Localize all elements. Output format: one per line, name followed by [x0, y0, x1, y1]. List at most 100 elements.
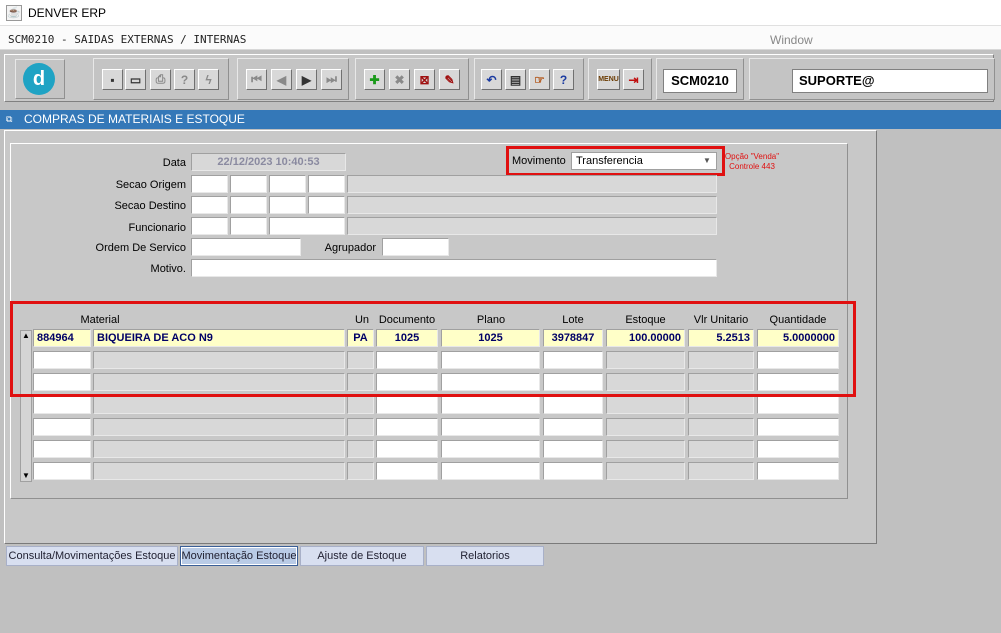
grid-cell[interactable] — [757, 462, 839, 480]
window-title: COMPRAS DE MATERIAIS E ESTOQUE — [24, 112, 245, 126]
tab-ajuste-estoque[interactable]: Ajuste de Estoque — [300, 546, 424, 566]
grid-cell — [688, 440, 754, 458]
title-bar: ☕ DENVER ERP — [0, 0, 1001, 26]
search-hand-icon[interactable]: ☞ — [529, 69, 550, 90]
grid-cell — [93, 396, 345, 414]
first-record-icon[interactable]: ⏮ — [246, 69, 267, 90]
grid-cell[interactable] — [543, 462, 603, 480]
window-icon[interactable]: ▭ — [125, 69, 146, 90]
grid-cell[interactable] — [441, 462, 540, 480]
funcionario-description — [347, 217, 717, 235]
grid-cell[interactable] — [757, 418, 839, 436]
delete-record-icon[interactable]: ✖ — [389, 69, 410, 90]
grid-cell — [93, 440, 345, 458]
ordem-servico-label: Ordem De Servico — [95, 242, 186, 254]
grid-cell[interactable] — [757, 396, 839, 414]
grid-cell — [347, 418, 374, 436]
grid-cell — [606, 440, 685, 458]
exit-icon[interactable]: ⇥ — [623, 69, 644, 90]
form-code-field: SCM0210 — [663, 69, 737, 93]
secao-origem-field-4[interactable] — [308, 175, 345, 193]
ordem-servico-field[interactable] — [191, 238, 301, 256]
grid-cell[interactable] — [376, 462, 438, 480]
secao-destino-description — [347, 196, 717, 214]
grid-cell[interactable] — [33, 440, 91, 458]
grid-cell[interactable] — [543, 418, 603, 436]
grid-cell — [347, 462, 374, 480]
grid-cell[interactable] — [441, 396, 540, 414]
grid-cell — [606, 396, 685, 414]
toolbar: d ▪ ▭ ⎙ ? ϟ ⏮ ◀ ▶ ⏭ ✚ ✖ ⊠ ✎ ↶ ▤ ☞ ? MENU… — [4, 54, 995, 102]
agrupador-field[interactable] — [382, 238, 449, 256]
menu-icon[interactable]: MENU — [597, 69, 620, 90]
user-group: SUPORTE@ — [749, 58, 995, 100]
secao-destino-field-2[interactable] — [230, 196, 267, 214]
print-icon[interactable]: ⎙ — [150, 69, 171, 90]
chevron-down-icon[interactable]: ▼ — [700, 154, 714, 168]
query-icon[interactable]: ? — [174, 69, 195, 90]
menu-window[interactable]: Window — [770, 33, 813, 47]
movimento-select[interactable]: Transferencia ▼ — [571, 152, 717, 170]
grid-cell[interactable] — [543, 396, 603, 414]
grid-highlight — [10, 301, 856, 397]
form-code-group: SCM0210 — [656, 58, 744, 100]
insert-record-icon[interactable]: ✚ — [364, 69, 385, 90]
secao-destino-field-4[interactable] — [308, 196, 345, 214]
movimento-label: Movimento — [512, 155, 566, 167]
user-field: SUPORTE@ — [792, 69, 988, 93]
secao-origem-field-1[interactable] — [191, 175, 228, 193]
window-header: ⧉ COMPRAS DE MATERIAIS E ESTOQUE — [0, 110, 1001, 129]
app-title: DENVER ERP — [28, 6, 107, 20]
lock-record-icon[interactable]: ⊠ — [414, 69, 435, 90]
grid-cell — [93, 462, 345, 480]
save-icon[interactable]: ▪ — [102, 69, 123, 90]
secao-destino-field-3[interactable] — [269, 196, 306, 214]
funcionario-field-1[interactable] — [191, 217, 228, 235]
toolbar-group-navigation: ⏮ ◀ ▶ ⏭ — [237, 58, 349, 100]
grid-cell — [688, 462, 754, 480]
secao-origem-field-2[interactable] — [230, 175, 267, 193]
denver-logo: d — [23, 63, 55, 95]
motivo-field[interactable] — [191, 259, 717, 277]
funcionario-label: Funcionario — [128, 222, 186, 234]
grid-cell[interactable] — [543, 440, 603, 458]
help-icon[interactable]: ? — [553, 69, 574, 90]
grid-cell — [606, 418, 685, 436]
grid-cell[interactable] — [33, 396, 91, 414]
data-field: 22/12/2023 10:40:53 — [191, 153, 346, 171]
grid-cell — [93, 418, 345, 436]
grid-cell — [347, 440, 374, 458]
undo-icon[interactable]: ↶ — [481, 69, 502, 90]
grid-cell[interactable] — [376, 440, 438, 458]
secao-origem-label: Secao Origem — [115, 179, 186, 191]
grid-cell — [606, 462, 685, 480]
execute-query-icon[interactable]: ϟ — [198, 69, 219, 90]
next-record-icon[interactable]: ▶ — [296, 69, 317, 90]
tab-consulta-movimentacoes[interactable]: Consulta/Movimentações Estoque — [6, 546, 178, 566]
tab-relatorios[interactable]: Relatorios — [426, 546, 544, 566]
grid-cell[interactable] — [441, 440, 540, 458]
funcionario-field-3[interactable] — [269, 217, 345, 235]
clipboard-icon[interactable]: ▤ — [505, 69, 526, 90]
previous-record-icon[interactable]: ◀ — [271, 69, 292, 90]
grid-cell[interactable] — [33, 462, 91, 480]
funcionario-field-2[interactable] — [230, 217, 267, 235]
toolbar-group-records: ✚ ✖ ⊠ ✎ — [355, 58, 469, 100]
toolbar-group-file: ▪ ▭ ⎙ ? ϟ — [93, 58, 229, 100]
grid-cell[interactable] — [757, 440, 839, 458]
grid-cell[interactable] — [376, 418, 438, 436]
grid-cell[interactable] — [441, 418, 540, 436]
secao-origem-field-3[interactable] — [269, 175, 306, 193]
menu-bar: SCM0210 - SAIDAS EXTERNAS / INTERNAS Win… — [0, 26, 1001, 50]
toolbar-group-tools: ↶ ▤ ☞ ? — [474, 58, 584, 100]
scroll-down-icon[interactable]: ▼ — [21, 471, 31, 481]
movimento-value: Transferencia — [576, 155, 643, 167]
module-title: SCM0210 - SAIDAS EXTERNAS / INTERNAS — [8, 33, 247, 46]
grid-cell[interactable] — [376, 396, 438, 414]
secao-destino-field-1[interactable] — [191, 196, 228, 214]
last-record-icon[interactable]: ⏭ — [321, 69, 342, 90]
motivo-label: Motivo. — [150, 263, 186, 275]
tab-movimentacao-estoque[interactable]: Movimentação Estoque — [180, 546, 298, 566]
edit-record-icon[interactable]: ✎ — [439, 69, 460, 90]
grid-cell[interactable] — [33, 418, 91, 436]
